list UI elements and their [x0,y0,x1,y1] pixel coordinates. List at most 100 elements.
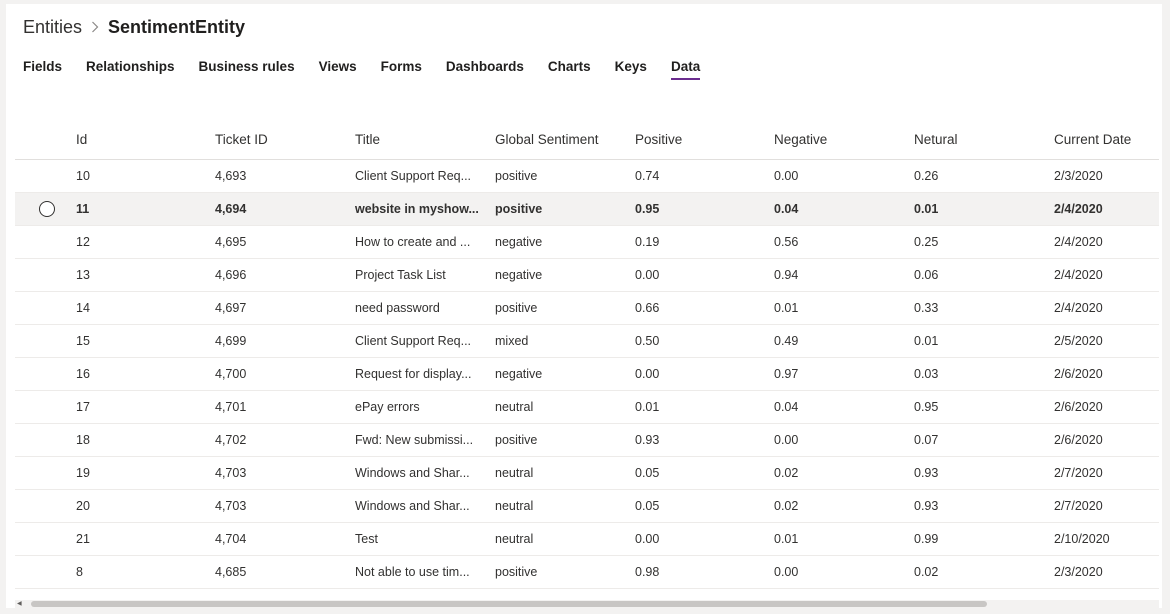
column-header-negative[interactable]: Negative [774,132,914,147]
cell-id: 14 [76,301,90,315]
cell-global-sentiment: neutral [495,400,534,414]
column-header-positive[interactable]: Positive [635,132,774,147]
cell-netural: 0.93 [914,466,939,480]
cell-ticket-id: 4,693 [215,169,247,183]
cell-negative: 0.02 [774,499,799,513]
cell-current-date: 2/4/2020 [1054,301,1103,315]
tab-forms[interactable]: Forms [381,58,422,82]
cell-positive: 0.95 [635,202,660,216]
cell-title: need password [355,301,440,315]
cell-positive: 0.00 [635,367,660,381]
entity-data-panel: Entities SentimentEntity Fields Relations… [6,4,1162,608]
cell-positive: 0.50 [635,334,660,348]
cell-current-date: 2/6/2020 [1054,433,1103,447]
entity-tabs: Fields Relationships Business rules Views Fo… [23,58,724,84]
cell-title: Client Support Req... [355,169,472,183]
cell-title: Test [355,532,378,546]
table-row[interactable]: 20 4,703 Windows and Shar... neutral 0.05 0.0… [15,490,1159,523]
grid-body: 10 4,693 Client Support Req... positive 0.74… [15,160,1159,589]
table-row[interactable]: 17 4,701 ePay errors neutral 0.01 0.04 0.95 2/6… [15,391,1159,424]
cell-title: Client Support Req... [355,334,472,348]
column-header-title[interactable]: Title [355,132,495,147]
cell-current-date: 2/6/2020 [1054,400,1103,414]
cell-ticket-id: 4,695 [215,235,247,249]
column-header-global-sentiment[interactable]: Global Sentiment [495,132,635,147]
cell-current-date: 2/6/2020 [1054,367,1103,381]
table-row[interactable]: 11 4,694 website in myshow... positive 0.95 0… [15,193,1159,226]
cell-positive: 0.93 [635,433,660,447]
cell-positive: 0.01 [635,400,660,414]
cell-ticket-id: 4,701 [215,400,247,414]
cell-negative: 0.49 [774,334,799,348]
column-header-ticket-id[interactable]: Ticket ID [215,132,355,147]
cell-netural: 0.03 [914,367,939,381]
cell-id: 13 [76,268,90,282]
column-header-netural[interactable]: Netural [914,132,1054,147]
cell-title: Fwd: New submissi... [355,433,474,447]
cell-title: Request for display... [355,367,472,381]
cell-positive: 0.98 [635,565,660,579]
cell-id: 12 [76,235,90,249]
cell-current-date: 2/7/2020 [1054,466,1103,480]
table-row[interactable]: 14 4,697 need password positive 0.66 0.01 0.33… [15,292,1159,325]
cell-negative: 0.01 [774,301,799,315]
cell-positive: 0.05 [635,466,660,480]
cell-current-date: 2/3/2020 [1054,169,1103,183]
cell-id: 18 [76,433,90,447]
cell-current-date: 2/4/2020 [1054,235,1103,249]
tab-data[interactable]: Data [670,58,701,82]
cell-ticket-id: 4,697 [215,301,247,315]
cell-negative: 0.56 [774,235,799,249]
horizontal-scrollbar[interactable]: ◀ [15,600,1159,608]
tab-views[interactable]: Views [319,58,357,82]
cell-id: 21 [76,532,90,546]
table-row[interactable]: 19 4,703 Windows and Shar... neutral 0.05 0.0… [15,457,1159,490]
cell-negative: 0.04 [774,400,799,414]
cell-title: Windows and Shar... [355,466,470,480]
scrollbar-thumb[interactable] [31,601,987,607]
table-row[interactable]: 15 4,699 Client Support Req... mixed 0.50 0.4… [15,325,1159,358]
cell-global-sentiment: neutral [495,466,534,480]
cell-negative: 0.00 [774,169,799,183]
cell-netural: 0.95 [914,400,939,414]
tab-fields[interactable]: Fields [23,58,62,82]
cell-id: 10 [76,169,90,183]
table-row[interactable]: 8 4,685 Not able to use tim... positive 0.98… [15,556,1159,589]
table-row[interactable]: 13 4,696 Project Task List negative 0.00 0.94… [15,259,1159,292]
cell-id: 17 [76,400,90,414]
cell-title: Project Task List [355,268,446,282]
cell-negative: 0.00 [774,433,799,447]
column-header-id[interactable]: Id [76,132,215,147]
tab-business-rules[interactable]: Business rules [199,58,295,82]
tab-charts[interactable]: Charts [548,58,591,82]
scroll-left-arrow-icon[interactable]: ◀ [17,601,22,607]
tab-keys[interactable]: Keys [615,58,647,82]
cell-current-date: 2/10/2020 [1054,532,1110,546]
row-select-cell[interactable] [15,201,76,217]
cell-ticket-id: 4,700 [215,367,247,381]
cell-negative: 0.04 [774,202,799,216]
cell-global-sentiment: neutral [495,532,534,546]
cell-ticket-id: 4,696 [215,268,247,282]
table-row[interactable]: 10 4,693 Client Support Req... positive 0.74… [15,160,1159,193]
cell-positive: 0.00 [635,268,660,282]
row-select-radio[interactable] [38,201,55,217]
cell-current-date: 2/7/2020 [1054,499,1103,513]
table-row[interactable]: 21 4,704 Test neutral 0.00 0.01 0.99 2/10/2020 [15,523,1159,556]
data-grid: Id Ticket ID Title Global Sentiment Positive… [15,120,1159,589]
tab-dashboards[interactable]: Dashboards [446,58,524,82]
cell-negative: 0.00 [774,565,799,579]
tab-relationships[interactable]: Relationships [86,58,175,82]
cell-global-sentiment: positive [495,433,538,447]
table-row[interactable]: 18 4,702 Fwd: New submissi... positive 0.93 0… [15,424,1159,457]
cell-netural: 0.02 [914,565,939,579]
column-header-current-date[interactable]: Current Date [1054,132,1159,147]
table-row[interactable]: 12 4,695 How to create and ... negative 0.19… [15,226,1159,259]
table-row[interactable]: 16 4,700 Request for display... negative 0.0… [15,358,1159,391]
cell-global-sentiment: negative [495,235,543,249]
cell-positive: 0.19 [635,235,660,249]
cell-ticket-id: 4,685 [215,565,247,579]
breadcrumb-entities-link[interactable]: Entities [23,17,82,38]
cell-ticket-id: 4,704 [215,532,247,546]
cell-title: Not able to use tim... [355,565,470,579]
